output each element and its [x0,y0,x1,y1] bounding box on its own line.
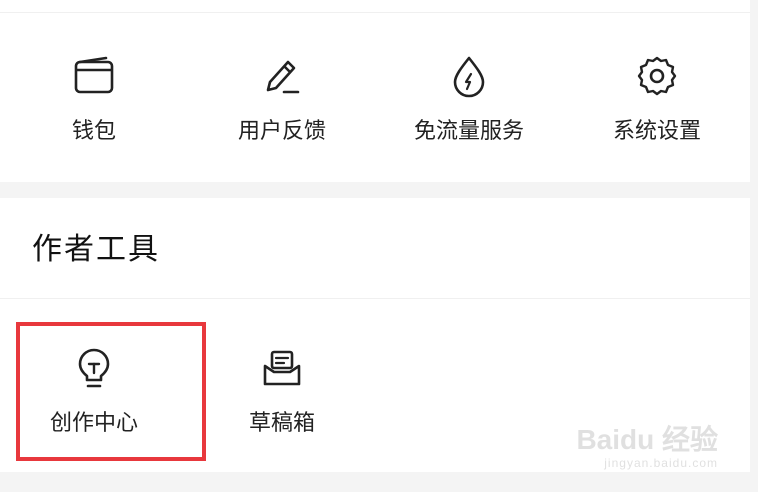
gear-icon [637,56,677,96]
feedback-item[interactable]: 用户反馈 [202,48,362,158]
wallet-icon [74,56,114,94]
data-free-item[interactable]: 免流量服务 [389,48,549,158]
top-divider [0,12,750,13]
drafts-label: 草稿箱 [248,411,315,436]
author-tools-title: 作者工具 [32,232,160,267]
section-divider [0,298,750,299]
bottom-separator [0,472,750,492]
draft-box-icon [263,350,301,386]
drafts-item[interactable]: 草稿箱 [202,340,362,450]
wallet-item[interactable]: 钱包 [14,48,174,158]
settings-item[interactable]: 系统设置 [577,48,737,158]
data-drop-icon [453,56,485,98]
wallet-label: 钱包 [71,119,116,144]
services-row: 钱包 用户反馈 免流量服务 系统设置 [0,48,750,168]
data-free-label: 免流量服务 [413,119,524,144]
scrollbar-track[interactable] [750,0,758,492]
settings-label: 系统设置 [612,119,701,144]
feedback-label: 用户反馈 [237,119,326,144]
section-separator [0,182,750,198]
feedback-pencil-icon [266,60,300,94]
highlight-box [16,322,206,461]
